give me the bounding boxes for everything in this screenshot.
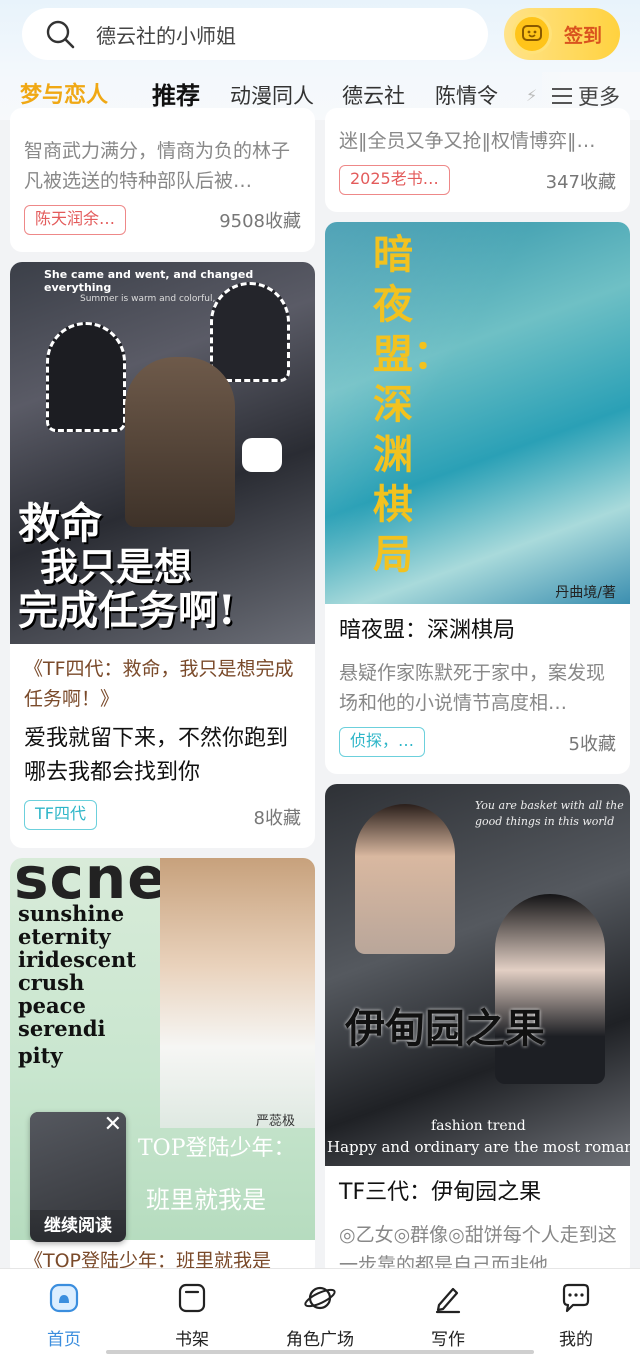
cover-title: 伊甸园之果 [345,1005,545,1052]
hamburger-icon [552,88,572,104]
cover-word: pity [18,1043,63,1068]
book-card-anyemeng[interactable]: 暗夜盟：深渊棋局 丹曲境/著 暗夜盟：深渊棋局 悬疑作家陈默死于家中，案发现场和… [325,222,630,774]
cover-word: crush [18,970,85,995]
nav-home[interactable]: 首页 [14,1281,114,1350]
book-desc: 智商武力满分，情商为负的林子凡被选送的特种部队后被… [24,140,291,192]
favorites-count: 347收藏 [545,172,616,193]
home-indicator[interactable] [106,1350,534,1354]
coin-smile-icon [512,14,552,54]
favorites-count: 9508收藏 [219,211,301,232]
bottom-navigation: 首页 书架 角色广场 写作 我的 [0,1268,640,1356]
search-input[interactable]: 德云社的小师姐 [96,20,236,49]
book-cover: 暗夜盟：深渊棋局 丹曲境/著 [325,222,630,604]
book-card-left-top[interactable]: 智商武力满分，情商为负的林子凡被选送的特种部队后被… 陈天润余… 9508收藏 [10,108,315,252]
book-tag[interactable]: 2025老书… [339,165,450,195]
favorites-count: 5收藏 [568,734,616,755]
book-card-tf3[interactable]: You are basket with all the good things … [325,784,630,1278]
nav-mine[interactable]: 我的 [526,1281,626,1350]
nav-bookshelf[interactable]: 书架 [142,1281,242,1350]
book-title: TF三代：伊甸园之果 [339,1180,542,1205]
book-tag[interactable]: 陈天润余… [24,205,127,235]
book-card-right-top[interactable]: 迷‖全员又争又抢‖权情博弈‖… 2025老书… 347收藏 [325,108,630,212]
book-desc: 悬疑作家陈默死于家中，案发现场和他的小说情节高度相… [339,662,606,714]
planet-icon [304,1286,336,1310]
cover-figure [46,322,126,432]
nav-label: 角色广场 [286,1330,354,1350]
close-icon[interactable]: ✕ [104,1114,122,1136]
continue-reading-label: 继续阅读 [44,1216,112,1236]
nav-label: 写作 [431,1330,465,1350]
more-label: 更多 [578,85,620,109]
book-tag[interactable]: TF四代 [24,800,97,830]
cover-credit: 丹曲境/著 [555,585,616,601]
cover-bottom-text: Happy and ordinary are the most romantic [327,1138,630,1156]
search-icon [46,20,75,49]
cover-word: iridescent [18,947,137,972]
cover-author: 严蕊极 [256,1114,296,1129]
chat-bubble-icon [562,1283,590,1313]
checkin-button[interactable]: 签到 [504,8,620,60]
nav-write[interactable]: 写作 [398,1281,498,1350]
cat-sticker-icon [242,438,282,472]
search-bar[interactable]: 德云社的小师姐 [22,8,488,60]
cover-figure [495,894,605,1084]
cover-figure [125,357,235,527]
cover-word: peace [18,993,86,1018]
favorites-count: 8收藏 [253,808,301,829]
checkin-label: 签到 [564,24,603,47]
bookshelf-icon [178,1283,206,1313]
cover-words: sunshine eternity iridescent crush peace… [18,902,136,1067]
cover-small-text: fashion trend [431,1118,526,1134]
cover-overlay-text: TOP登陆少年： [138,1136,296,1161]
cover-overlay-text: 班里就我是 [146,1186,266,1214]
book-title: 爱我就留下来，不然你跑到哪去我都会找到你 [24,726,289,785]
nav-label: 书架 [175,1330,209,1350]
cover-title: 暗夜盟：深渊棋局 [373,231,453,578]
book-card-tf4[interactable]: She came and went, and changed everythin… [10,262,315,848]
home-icon [49,1283,79,1313]
nav-label: 首页 [47,1330,81,1350]
cover-figure [355,804,455,954]
nav-label: 我的 [559,1330,593,1350]
book-tag[interactable]: 侦探，… [339,727,426,757]
cover-word: sunshine [18,901,125,926]
continue-reading-widget[interactable]: ✕ 继续阅读 [30,1112,126,1242]
cover-figure [210,282,290,382]
book-subtitle: 《TF四代：救命，我只是想完成任务啊！》 [24,658,294,710]
nav-character-square[interactable]: 角色广场 [270,1281,370,1350]
book-desc: 迷‖全员又争又抢‖权情博弈‖… [339,130,596,152]
book-title: 暗夜盟：深渊棋局 [339,618,516,643]
cover-title-line: 完成任务啊! [18,587,236,634]
book-cover: She came and went, and changed everythin… [10,262,315,644]
book-cover: You are basket with all the good things … [325,784,630,1166]
cover-figure [160,858,315,1128]
cover-top-text: You are basket with all the good things … [475,799,624,828]
pen-icon [435,1287,461,1314]
top-header: 德云社的小师姐 签到 梦与恋人 推荐 动漫同人 德云社 陈情令 ⚡ 更多 [0,0,640,120]
cover-word: eternity [18,924,111,949]
cover-word: serendi [18,1016,106,1041]
